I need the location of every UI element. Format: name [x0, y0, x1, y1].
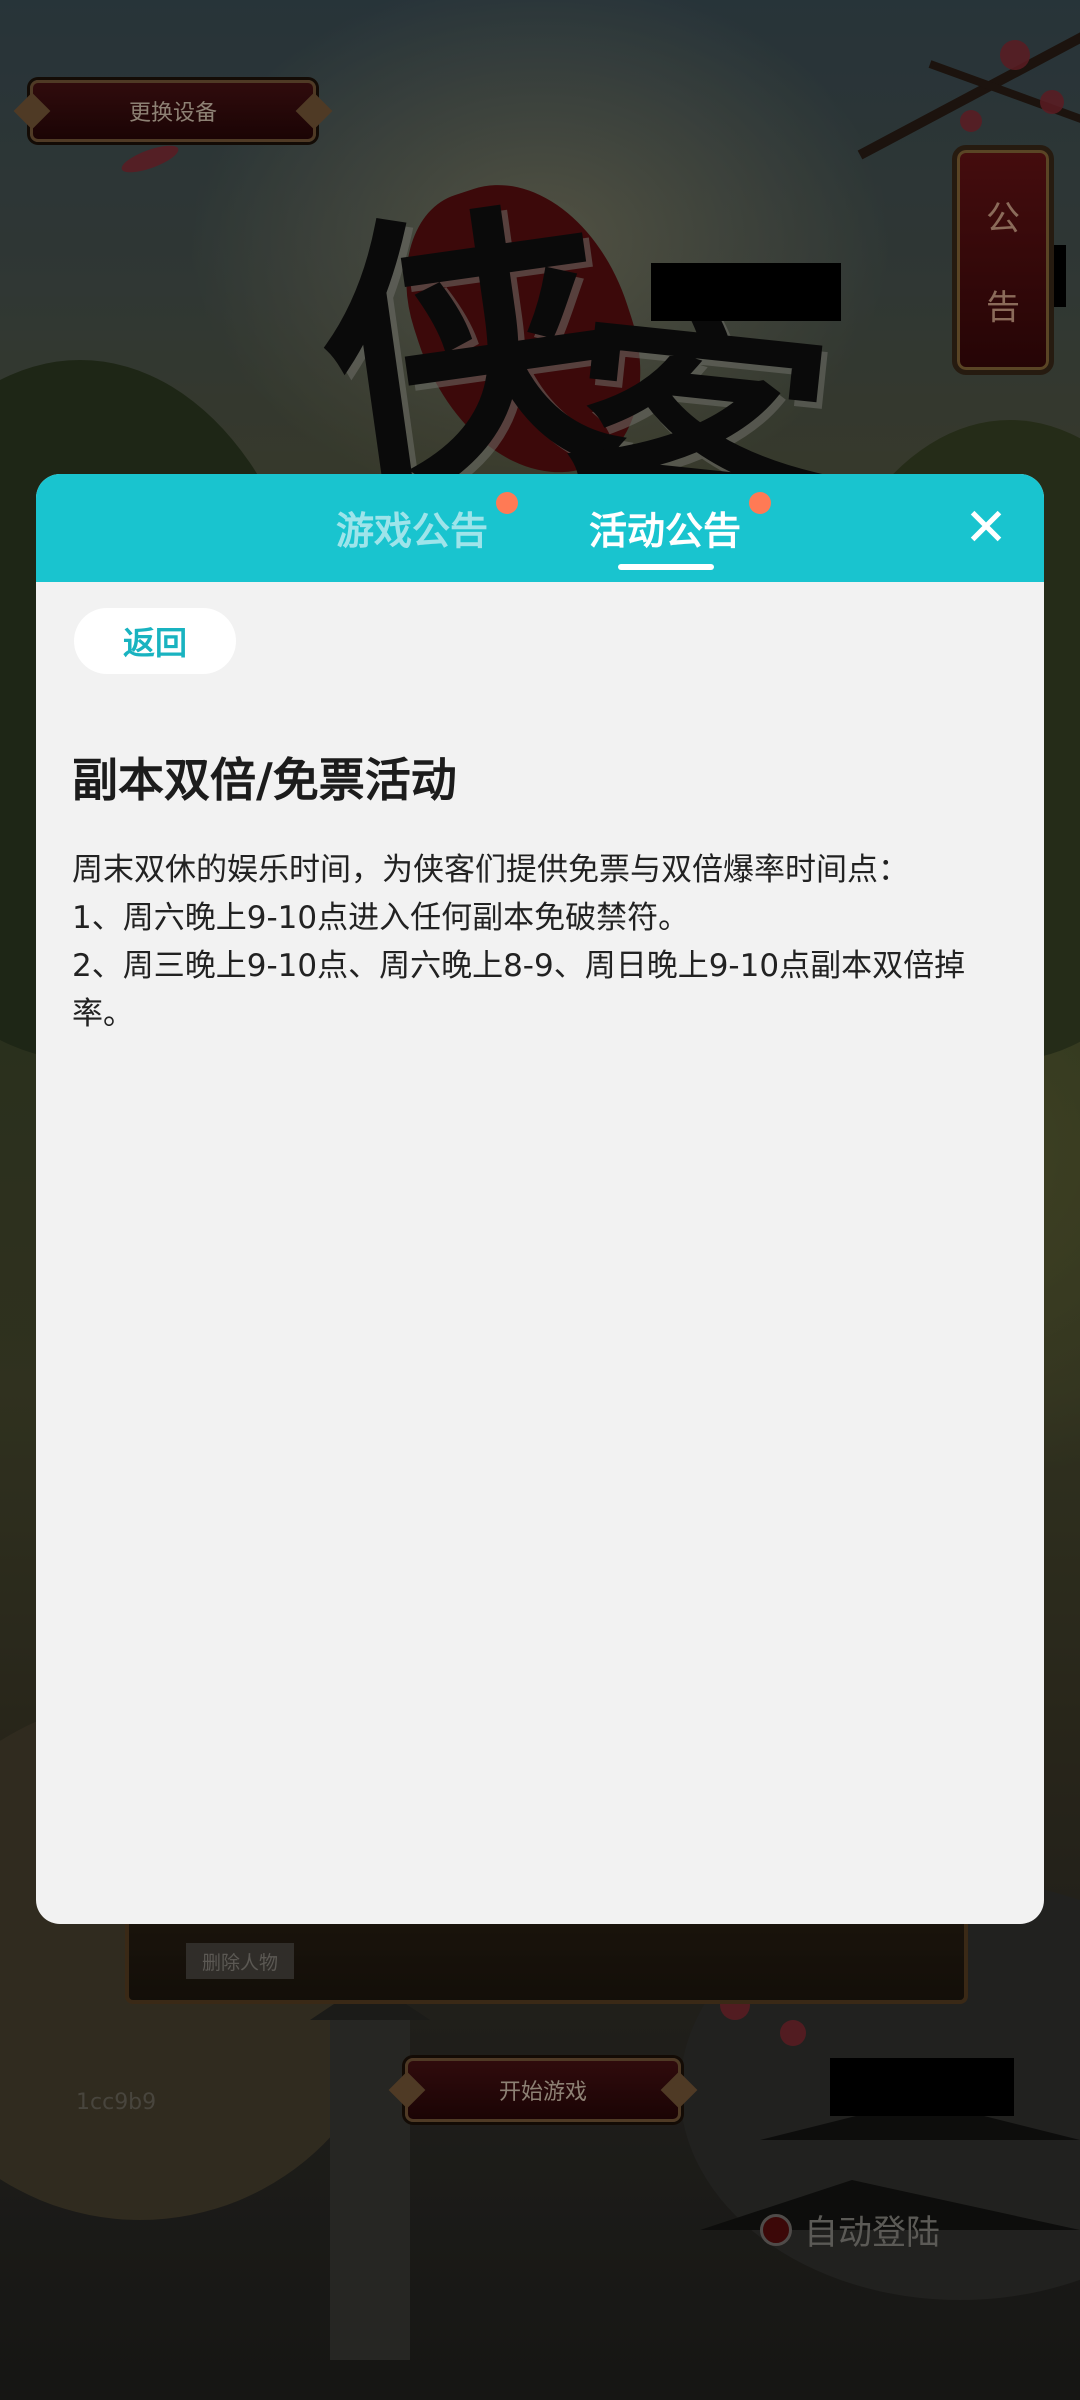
close-icon[interactable]: ✕ [956, 498, 1016, 558]
tab-activity-announcement[interactable]: 活动公告 [589, 492, 772, 555]
dialog-header: 游戏公告 活动公告 ✕ [36, 474, 1044, 582]
article-title: 副本双倍/免票活动 [72, 753, 457, 807]
article-paragraph: 周末双休的娱乐时间，为侠客们提供免票与双倍爆率时间点： [72, 852, 909, 888]
tab-game-announcement[interactable]: 游戏公告 [336, 492, 519, 555]
tab-label: 游戏公告 [336, 509, 489, 553]
notification-dot-icon [496, 492, 519, 514]
article-body: 周末双休的娱乐时间，为侠客们提供免票与双倍爆率时间点： 1、周六晚上9-10点进… [72, 846, 1022, 1038]
announcement-dialog: 游戏公告 活动公告 ✕ 返回 副本双倍/免票活动 周末双休的娱乐时间，为侠客们提… [36, 474, 1044, 1924]
back-button[interactable]: 返回 [74, 608, 236, 674]
article-paragraph: 1、周六晚上9-10点进入任何副本免破禁符。 [72, 900, 690, 936]
active-tab-indicator [618, 564, 714, 570]
article-paragraph: 2、周三晚上9-10点、周六晚上8-9、周日晚上9-10点副本双倍掉率。 [72, 948, 966, 1032]
tab-label: 活动公告 [589, 509, 742, 553]
notification-dot-icon [749, 492, 772, 514]
